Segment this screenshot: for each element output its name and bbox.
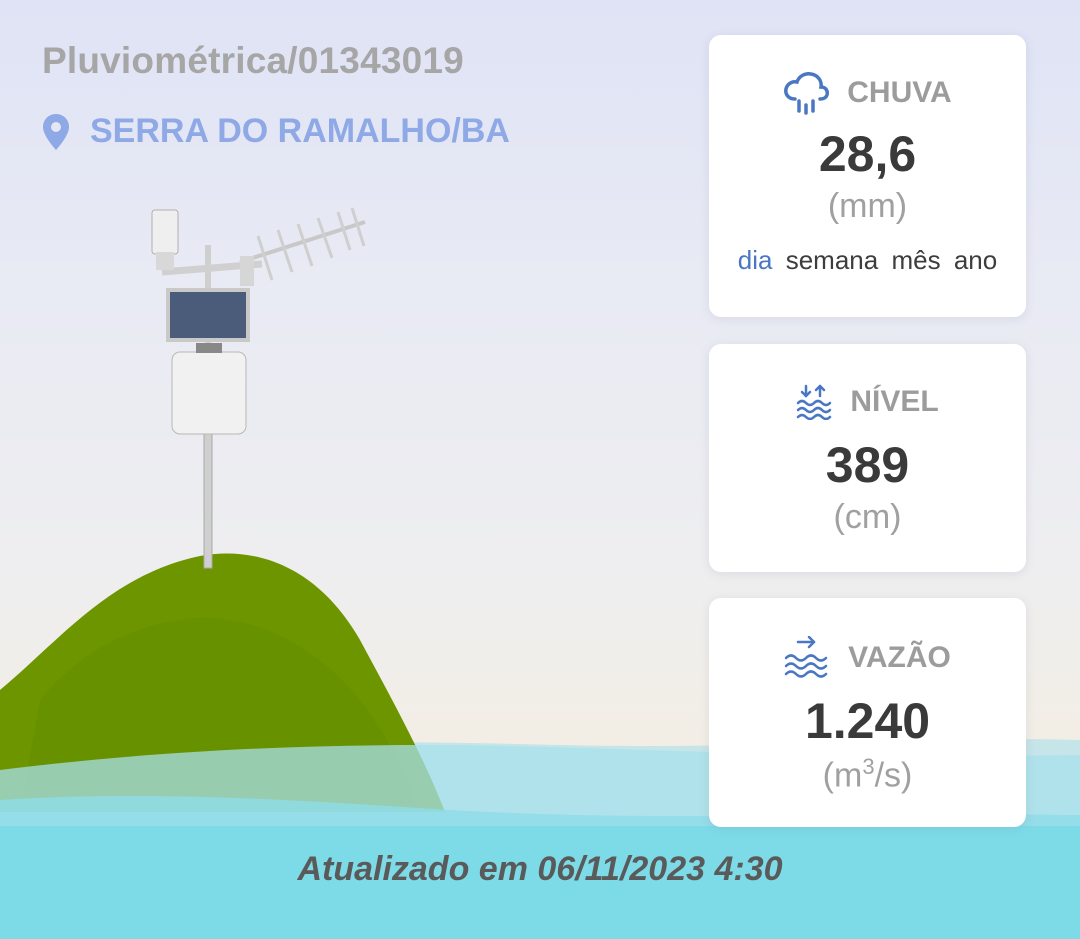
level-card[interactable]: NÍVEL 389 (cm) — [709, 344, 1026, 572]
station-location: SERRA DO RAMALHO/BA — [42, 112, 510, 151]
rain-value: 28,6 — [818, 126, 917, 182]
water-flow-icon — [784, 636, 828, 678]
level-card-header: NÍVEL — [709, 384, 1026, 420]
flow-unit: (m3/s) — [709, 754, 1026, 795]
flow-unit-suffix: /s) — [874, 756, 913, 795]
station-title: Pluviométrica/01343019 — [42, 40, 464, 81]
map-pin-icon — [43, 113, 69, 150]
level-unit: (cm) — [833, 498, 902, 536]
rain-label: CHUVA — [847, 76, 952, 109]
water-level-icon — [797, 384, 832, 420]
weather-station-illustration — [151, 207, 366, 569]
rain-cloud-icon — [784, 72, 830, 115]
flow-card[interactable]: VAZÃO 1.240 (m3/s) — [709, 598, 1026, 827]
location-text: SERRA DO RAMALHO/BA — [90, 112, 510, 150]
last-updated: Atualizado em 06/11/2023 4:30 — [297, 850, 783, 888]
rain-card-header: CHUVA — [709, 71, 1026, 115]
period-month[interactable]: mês — [891, 245, 940, 275]
period-selector: dia semana mês ano — [709, 245, 1026, 276]
flow-unit-prefix: (m — [822, 756, 863, 795]
flow-label: VAZÃO — [848, 641, 951, 674]
flow-value: 1.240 — [804, 693, 931, 749]
rain-card[interactable]: CHUVA 28,6 (mm) dia semana mês ano — [709, 35, 1026, 317]
level-label: NÍVEL — [850, 385, 939, 418]
rain-unit: (mm) — [827, 187, 908, 225]
flow-unit-exponent: 3 — [862, 754, 875, 779]
level-value: 389 — [825, 437, 910, 493]
period-day[interactable]: dia — [738, 245, 773, 275]
period-year[interactable]: ano — [954, 245, 997, 275]
period-week[interactable]: semana — [786, 245, 879, 275]
flow-card-header: VAZÃO — [709, 636, 1026, 680]
